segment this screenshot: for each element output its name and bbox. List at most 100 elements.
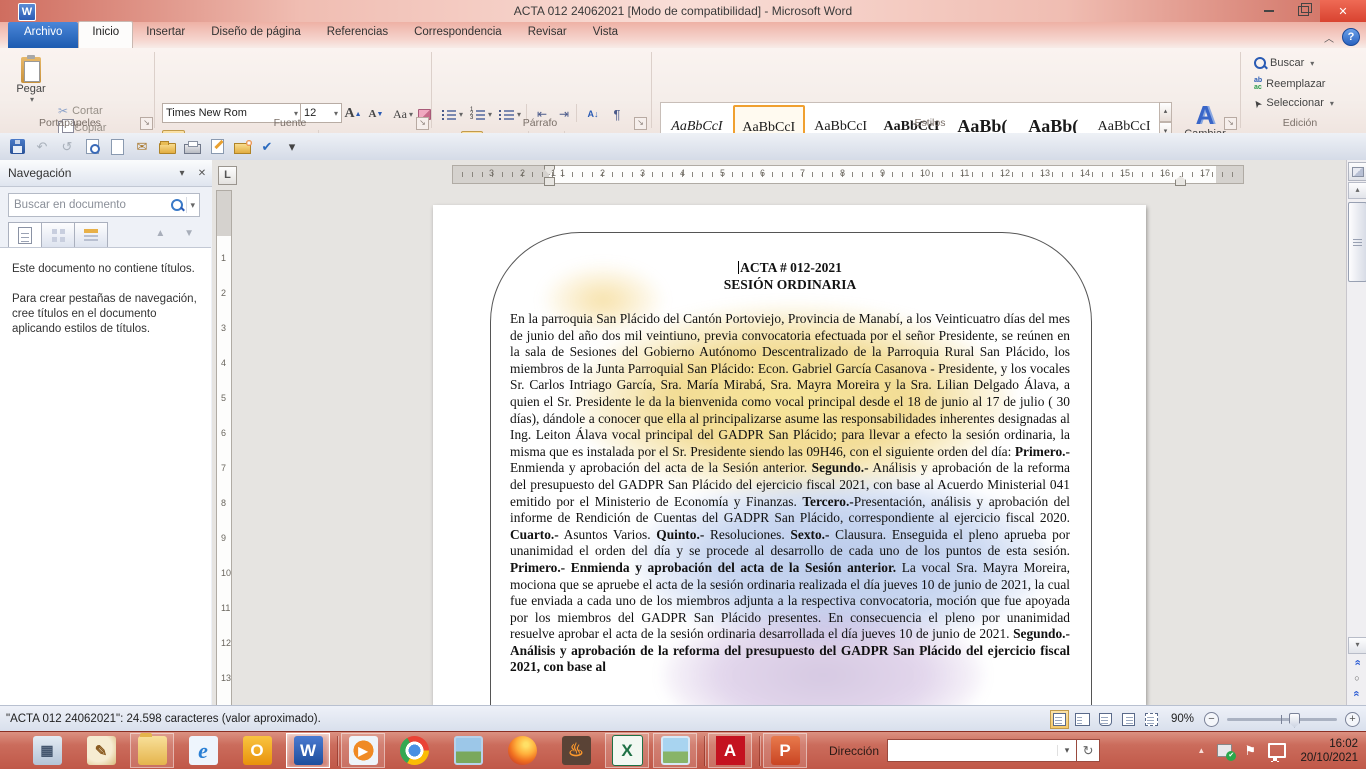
font-dialog-launcher[interactable]: ↘ (416, 117, 429, 130)
tab-diseno-de-pagina[interactable]: Diseño de página (198, 22, 314, 48)
ruler-toggle-button[interactable] (1348, 162, 1366, 181)
taskbar-powerpoint[interactable]: P (763, 733, 807, 768)
print-layout-view-button[interactable] (1050, 710, 1069, 729)
tab-insertar[interactable]: Insertar (133, 22, 198, 48)
tab-vista[interactable]: Vista (580, 22, 631, 48)
clipboard-dialog-launcher[interactable]: ↘ (140, 117, 153, 130)
network-icon[interactable] (1268, 743, 1286, 758)
taskbar-excel[interactable]: X (605, 733, 649, 768)
draft-view-button[interactable] (1142, 710, 1161, 729)
qat-open[interactable] (158, 138, 176, 156)
restore-button[interactable] (1286, 0, 1320, 22)
qat-special-folder[interactable] (233, 138, 251, 156)
scroll-up-button[interactable]: ▴ (1348, 182, 1366, 199)
taskbar-photo-viewer[interactable] (653, 733, 697, 768)
usb-device-icon[interactable] (1217, 744, 1232, 757)
gallery-up-button[interactable]: ▴ (1159, 102, 1172, 122)
taskbar-calculator[interactable]: ▦ (22, 733, 72, 768)
qat-redo[interactable]: ↺ (58, 138, 76, 156)
search-options-icon[interactable]: ▾ (190, 200, 195, 211)
qat-save[interactable] (8, 138, 26, 156)
nav-tab-headings[interactable] (8, 222, 42, 248)
document-title[interactable]: ACTA # 012-2021 SESIÓN ORDINARIA (510, 259, 1070, 293)
taskbar-outlook[interactable]: O (232, 733, 282, 768)
taskbar-internet-explorer[interactable]: e (178, 733, 228, 768)
select-browse-object-button[interactable]: ○ (1349, 673, 1365, 687)
horizontal-ruler[interactable]: 3211234567891011121314151617 (452, 165, 1244, 184)
nav-tab-results[interactable] (74, 222, 108, 248)
tab-inicio[interactable]: Inicio (78, 21, 133, 48)
replace-button[interactable]: abac Reemplazar (1254, 77, 1325, 91)
paste-button[interactable]: Pegar ▾ (8, 54, 54, 116)
tab-correspondencia[interactable]: Correspondencia (401, 22, 515, 48)
taskbar-chrome[interactable] (389, 733, 439, 768)
ruler-number: 9 (221, 533, 226, 543)
show-hidden-icons[interactable]: ▲ (1197, 746, 1205, 755)
scroll-down-button[interactable]: ▾ (1348, 637, 1366, 654)
scrollbar-thumb[interactable] (1348, 202, 1366, 282)
select-button[interactable]: ➤ Seleccionar▾ (1254, 97, 1334, 109)
taskbar-fire-app[interactable]: ♨ (551, 733, 601, 768)
new-document-icon (111, 139, 124, 155)
help-icon[interactable]: ? (1342, 28, 1360, 46)
change-case-button[interactable]: Aa▾ (390, 103, 416, 125)
taskbar-scanner[interactable] (443, 733, 493, 768)
shrink-font-button[interactable]: A▼ (366, 103, 386, 125)
tab-revisar[interactable]: Revisar (515, 22, 580, 48)
tab-stop-selector[interactable]: L (218, 166, 237, 185)
tab-archivo[interactable]: Archivo (8, 22, 78, 48)
nav-prev-next-icons[interactable]: ▲ ▼ (155, 228, 202, 239)
taskbar-paint[interactable]: ✎ (76, 733, 126, 768)
qat-edit[interactable] (208, 138, 226, 156)
taskbar-file-explorer[interactable] (130, 733, 174, 768)
zoom-slider-thumb[interactable] (1289, 713, 1300, 728)
minimize-button[interactable] (1252, 0, 1286, 22)
file-explorer-icon (138, 736, 167, 765)
qat-attach-envelope[interactable]: ✉ (133, 138, 151, 156)
qat-spelling[interactable]: ✔ (258, 138, 276, 156)
web-layout-view-button[interactable] (1096, 710, 1115, 729)
collapse-ribbon-icon[interactable]: ︿ (1324, 30, 1334, 45)
close-button[interactable]: ✕ (1320, 0, 1366, 22)
taskbar-clock[interactable]: 16:02 20/10/2021 (1300, 737, 1358, 765)
qat-new-document[interactable] (108, 138, 126, 156)
action-center-flag-icon[interactable]: ⚑ (1244, 743, 1256, 759)
styles-dialog-launcher[interactable]: ↘ (1224, 117, 1237, 130)
qat-print-preview[interactable] (83, 138, 101, 156)
taskbar-media-player[interactable]: ▶ (341, 733, 385, 768)
vertical-ruler[interactable]: 12345678910111213 (216, 190, 232, 705)
taskbar-word[interactable]: W (286, 733, 330, 768)
qat-undo[interactable]: ↶ (33, 138, 51, 156)
zoom-out-button[interactable]: − (1204, 712, 1219, 727)
bullets-button[interactable]: ▾ (439, 104, 465, 124)
address-input[interactable]: ▾ (887, 739, 1077, 762)
zoom-in-button[interactable]: + (1345, 712, 1360, 727)
address-dropdown-icon[interactable]: ▾ (1057, 745, 1076, 756)
navigation-search-box[interactable]: Buscar en documento ▾ (8, 193, 200, 217)
navigation-pane-menu-icon[interactable]: ▾ (172, 168, 192, 179)
navigation-pane-close-icon[interactable]: ✕ (192, 168, 212, 179)
taskbar-autocad[interactable]: A (708, 733, 752, 768)
left-indent-marker[interactable] (544, 177, 555, 186)
zoom-level[interactable]: 90% (1171, 713, 1194, 725)
editing-group-label: Edición (1250, 117, 1350, 131)
tab-referencias[interactable]: Referencias (314, 22, 401, 48)
taskbar-firefox[interactable] (497, 733, 547, 768)
qat-toolbar-overflow[interactable]: ▾ (283, 138, 301, 156)
zoom-slider[interactable] (1227, 718, 1337, 721)
nav-tab-pages[interactable] (41, 222, 75, 248)
show-paragraph-marks-button[interactable]: ¶ (607, 104, 627, 124)
paragraph-dialog-launcher[interactable]: ↘ (634, 117, 647, 130)
previous-page-button[interactable]: « (1349, 656, 1365, 670)
document-page[interactable]: ACTA # 012-2021 SESIÓN ORDINARIA En la p… (433, 205, 1146, 705)
outline-view-button[interactable] (1119, 710, 1138, 729)
find-button[interactable]: Buscar▾ (1254, 57, 1314, 69)
qat-print[interactable] (183, 138, 201, 156)
next-page-button[interactable]: » (1349, 687, 1365, 701)
vertical-scrollbar[interactable]: ▴ ▾ « ○ » (1346, 160, 1366, 705)
refresh-button[interactable]: ↻ (1077, 739, 1100, 762)
search-icon[interactable] (171, 199, 183, 211)
document-body-text[interactable]: En la parroquia San Plácido del Cantón P… (510, 311, 1070, 705)
fullscreen-reading-view-button[interactable] (1073, 710, 1092, 729)
navigation-tabs (8, 222, 107, 248)
